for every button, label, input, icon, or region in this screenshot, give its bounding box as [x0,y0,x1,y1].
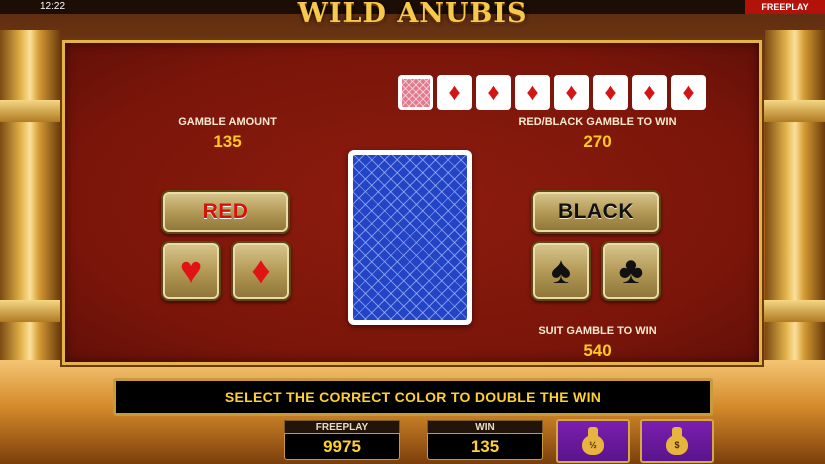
history-card-diamond: ♦ [593,75,628,110]
history-card-diamond: ♦ [515,75,550,110]
history-card-diamond: ♦ [476,75,511,110]
clubs-button[interactable]: ♣ [601,241,661,301]
suit-gamble-value: 540 [583,341,612,360]
pillar-cap [759,300,825,322]
history-card-diamond: ♦ [671,75,706,110]
collect-half-button[interactable]: ½ [556,419,630,463]
history-card-diamond: ♦ [632,75,667,110]
win-meter-value: 135 [427,433,543,460]
money-bag-half-icon: ½ [582,427,604,455]
pillar-cap [0,300,66,322]
hearts-button[interactable]: ♥ [161,241,221,301]
pillar-cap [759,100,825,122]
history-card-diamond: ♦ [554,75,589,110]
gamble-amount-label: GAMBLE AMOUNT [178,116,277,128]
game-logo: WILD ANUBIS [297,0,528,29]
gamble-amount-value: 135 [213,132,242,151]
history-card-diamond: ♦ [437,75,472,110]
freeplay-meter-value: 9975 [284,433,400,460]
win-meter: WIN 135 [427,420,543,462]
collect-all-button[interactable]: $ [640,419,714,463]
black-button-label: BLACK [558,200,634,223]
card-history: ♦ ♦ ♦ ♦ ♦ ♦ ♦ [398,75,706,110]
spade-icon: ♠ [550,250,572,292]
black-button[interactable]: BLACK [531,190,661,234]
spades-button[interactable]: ♠ [531,241,591,301]
card-back-pattern [353,155,467,320]
freeplay-meter-label: FREEPLAY [284,420,400,433]
red-button[interactable]: RED [161,190,290,234]
heart-icon: ♥ [179,250,203,292]
club-icon: ♣ [618,250,644,292]
color-gamble-value: 270 [583,132,612,151]
message-bar: SELECT THE CORRECT COLOR TO DOUBLE THE W… [113,378,713,416]
freeplay-meter: FREEPLAY 9975 [284,420,400,462]
color-gamble-label: RED/BLACK GAMBLE TO WIN [518,116,677,128]
diamonds-button[interactable]: ♦ [231,241,291,301]
money-bag-icon: $ [666,427,688,455]
pillar-cap [0,100,66,122]
gamble-card [348,150,472,325]
history-card-back [398,75,433,110]
win-meter-label: WIN [427,420,543,433]
red-button-label: RED [202,200,249,223]
diamond-icon: ♦ [251,250,271,292]
suit-gamble-label: SUIT GAMBLE TO WIN [538,325,657,337]
